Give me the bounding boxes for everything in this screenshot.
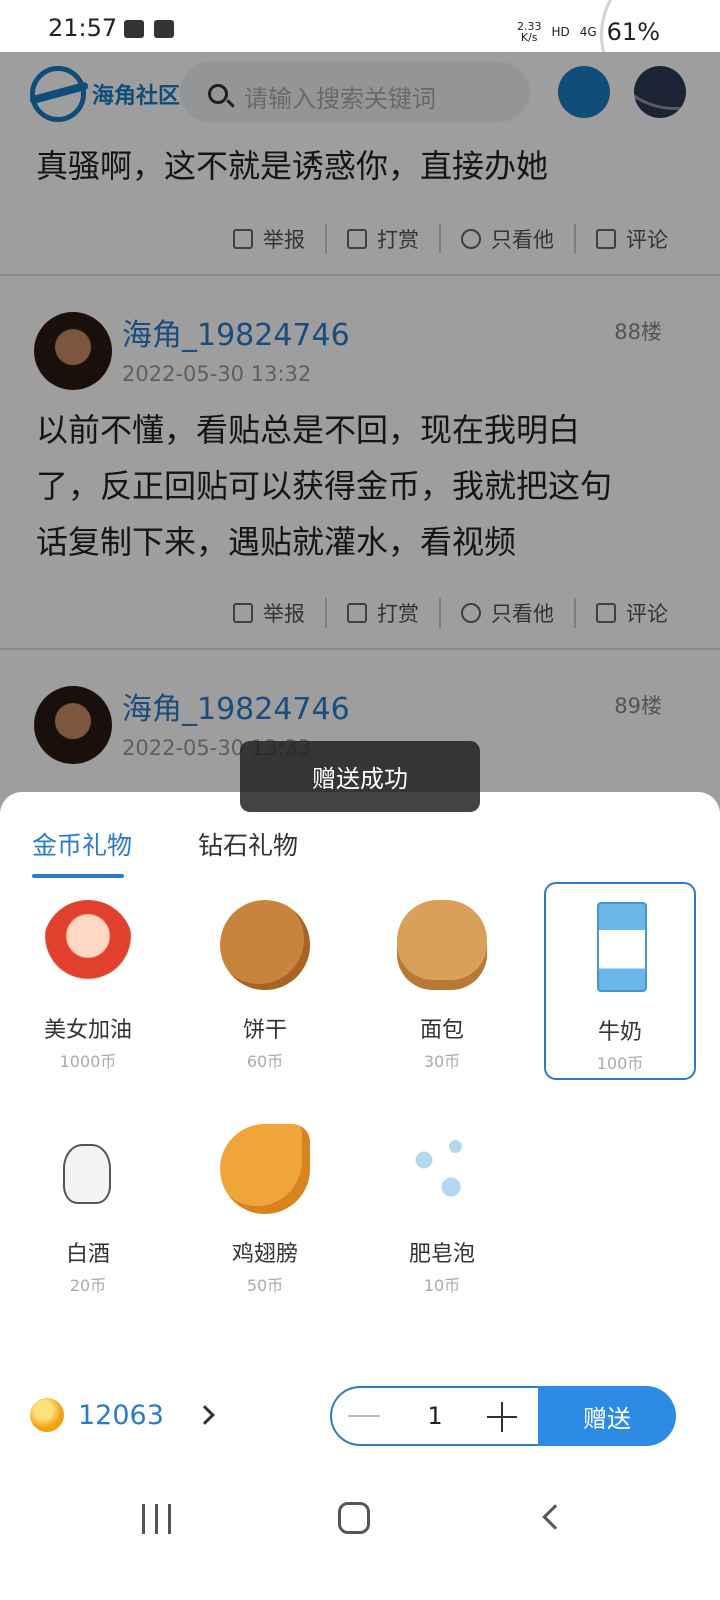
network-type: HD <box>551 25 570 39</box>
gift-name: 肥皂泡 <box>408 1242 475 1267</box>
quantity-value[interactable]: 1 <box>401 1402 468 1430</box>
status-right: 2.33 K/s HD 4G 61% <box>517 18 660 46</box>
checkbox-notification-icon <box>154 20 174 38</box>
quantity-stepper: 1 <box>330 1386 538 1446</box>
milk-icon <box>597 902 647 992</box>
gift-name: 饼干 <box>242 1018 287 1043</box>
home-button[interactable] <box>338 1502 370 1534</box>
bread-icon <box>397 900 487 990</box>
gift-item[interactable]: 美女加油 1000币 <box>12 882 164 1080</box>
gift-price: 30币 <box>423 1052 461 1071</box>
soap-bubble-icon <box>397 1124 487 1214</box>
gift-price: 20币 <box>69 1276 107 1295</box>
status-bar: 21:57 2.33 K/s HD 4G 61% <box>0 0 720 52</box>
decrease-button[interactable] <box>332 1388 401 1444</box>
gift-name: 牛奶 <box>597 1020 642 1045</box>
toast-message: 赠送成功 <box>240 741 480 812</box>
gift-item[interactable]: 白酒 20币 <box>12 1106 164 1304</box>
liquor-icon <box>63 1144 111 1204</box>
gift-item[interactable]: 肥皂泡 10币 <box>366 1106 518 1304</box>
gift-item[interactable]: 鸡翅膀 50币 <box>189 1106 341 1304</box>
gift-item[interactable]: 面包 30币 <box>366 882 518 1080</box>
status-time: 21:57 <box>48 14 118 42</box>
gift-price: 10币 <box>423 1276 461 1295</box>
system-nav-bar <box>0 1478 720 1600</box>
gift-tabs: 金币礼物 钻石礼物 <box>32 826 298 878</box>
send-gift-button[interactable]: 赠送 <box>538 1386 676 1446</box>
speed-unit: K/s <box>520 31 538 44</box>
signal-type: 4G <box>579 25 597 39</box>
increase-button[interactable] <box>469 1388 538 1444</box>
chicken-wing-icon <box>220 1124 310 1214</box>
gift-name: 美女加油 <box>43 1018 132 1043</box>
chevron-right-icon <box>195 1405 215 1425</box>
cheer-girl-icon <box>43 900 133 990</box>
tab-diamond-gifts[interactable]: 钻石礼物 <box>198 826 298 862</box>
network-speed: 2.33 K/s <box>517 21 542 43</box>
image-notification-icon <box>124 20 144 38</box>
gift-price: 50币 <box>246 1276 284 1295</box>
coin-icon <box>30 1398 64 1432</box>
recent-apps-button[interactable] <box>142 1504 174 1534</box>
tab-coin-gifts[interactable]: 金币礼物 <box>32 826 132 878</box>
gift-name: 鸡翅膀 <box>231 1242 298 1267</box>
cookie-icon <box>220 900 310 990</box>
gift-name: 面包 <box>419 1018 464 1043</box>
gift-name: 白酒 <box>65 1242 110 1267</box>
back-button[interactable] <box>542 1504 568 1530</box>
gift-price: 1000币 <box>59 1052 117 1071</box>
gift-price: 60币 <box>246 1052 284 1071</box>
balance-value: 12063 <box>78 1399 164 1431</box>
gift-price: 100币 <box>596 1054 644 1073</box>
coin-balance[interactable]: 12063 <box>30 1398 215 1432</box>
gift-item[interactable]: 饼干 60币 <box>189 882 341 1080</box>
gift-item-selected[interactable]: 牛奶 100币 <box>544 882 696 1080</box>
battery-level: 61% <box>606 18 660 46</box>
